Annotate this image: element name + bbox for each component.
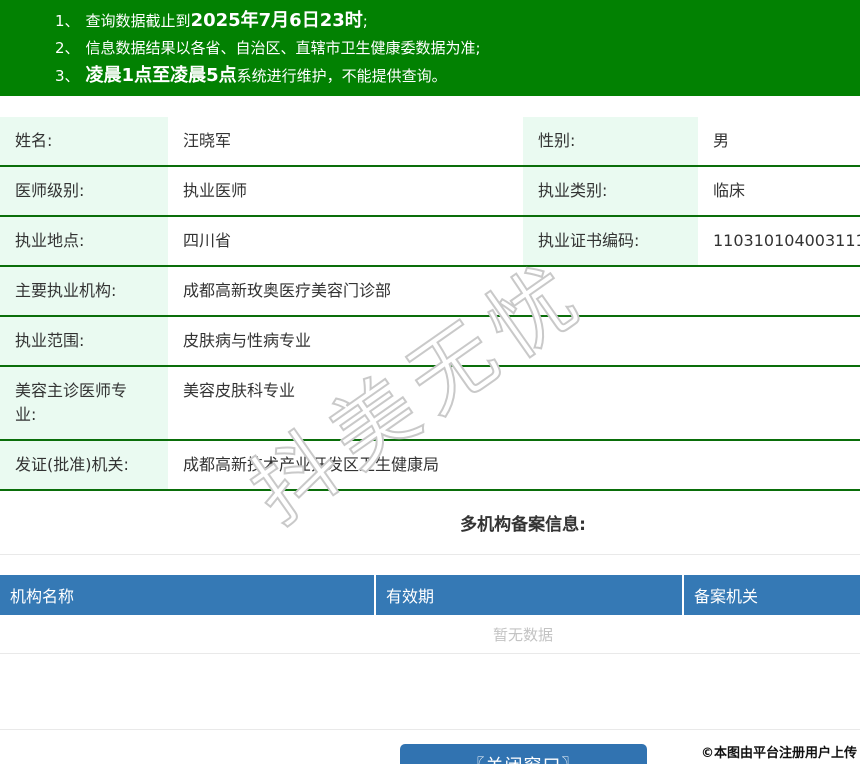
info-label-category: 执业类别: bbox=[523, 167, 698, 215]
info-value-name: 汪晓军 bbox=[168, 117, 523, 165]
info-value-category: 临床 bbox=[698, 167, 860, 215]
info-value-level: 执业医师 bbox=[168, 167, 523, 215]
result-content: 姓名: 汪晓军 性别: 男 医师级别: 执业医师 执业类别: 临床 执业地点: … bbox=[0, 117, 860, 764]
notice-text: 系统进行维护，不能提供查询。 bbox=[237, 67, 447, 85]
row-location-certificate: 执业地点: 四川省 执业证书编码: 110310104003111 bbox=[0, 217, 860, 267]
info-label-main-institution: 主要执业机构: bbox=[0, 267, 168, 315]
column-header-institution-name: 机构名称 bbox=[0, 575, 376, 615]
notice-text: 信息数据结果以各省、自治区、直辖市卫生健康委数据为准; bbox=[86, 39, 481, 57]
column-header-filing-authority: 备案机关 bbox=[684, 575, 860, 615]
filing-table-empty-state: 暂无数据 bbox=[0, 615, 860, 653]
info-value-main-institution: 成都高新玫奥医疗美容门诊部 bbox=[168, 267, 860, 315]
notice-text: ; bbox=[363, 12, 368, 30]
column-header-validity-period: 有效期 bbox=[376, 575, 684, 615]
notice-bold-text: 2025年7月6日23时 bbox=[191, 10, 363, 31]
info-value-cosmetic-specialty: 美容皮肤科专业 bbox=[168, 367, 860, 439]
notice-banner: 1、查询数据截止到2025年7月6日23时; 2、信息数据结果以各省、自治区、直… bbox=[0, 0, 860, 96]
info-label-gender: 性别: bbox=[523, 117, 698, 165]
row-level-category: 医师级别: 执业医师 执业类别: 临床 bbox=[0, 167, 860, 217]
info-label-issuing-authority: 发证(批准)机关: bbox=[0, 441, 168, 489]
info-value-location: 四川省 bbox=[168, 217, 523, 265]
multi-institution-section-title: 多机构备案信息: bbox=[0, 491, 860, 554]
row-name-gender: 姓名: 汪晓军 性别: 男 bbox=[0, 117, 860, 167]
notice-item-3: 3、凌晨1点至凌晨5点系统进行维护，不能提供查询。 bbox=[55, 62, 860, 90]
info-value-gender: 男 bbox=[698, 117, 860, 165]
notice-item-2: 2、信息数据结果以各省、自治区、直辖市卫生健康委数据为准; bbox=[55, 35, 860, 62]
notice-item-1: 1、查询数据截止到2025年7月6日23时; bbox=[55, 7, 860, 35]
notice-text: 查询数据截止到 bbox=[86, 12, 191, 30]
row-issuing-authority: 发证(批准)机关: 成都高新技术产业开发区卫生健康局 bbox=[0, 441, 860, 491]
info-label-certificate-code: 执业证书编码: bbox=[523, 217, 698, 265]
info-value-practice-scope: 皮肤病与性病专业 bbox=[168, 317, 860, 365]
info-label-level: 医师级别: bbox=[0, 167, 168, 215]
row-cosmetic-specialty: 美容主诊医师专业: 美容皮肤科专业 bbox=[0, 367, 860, 441]
divider bbox=[0, 729, 860, 730]
row-main-institution: 主要执业机构: 成都高新玫奥医疗美容门诊部 bbox=[0, 267, 860, 317]
info-label-name: 姓名: bbox=[0, 117, 168, 165]
info-label-practice-scope: 执业范围: bbox=[0, 317, 168, 365]
row-practice-scope: 执业范围: 皮肤病与性病专业 bbox=[0, 317, 860, 367]
info-value-issuing-authority: 成都高新技术产业开发区卫生健康局 bbox=[168, 441, 860, 489]
upload-note-watermark: ©本图由平台注册用户上传 bbox=[701, 742, 857, 761]
practitioner-info-table: 姓名: 汪晓军 性别: 男 医师级别: 执业医师 执业类别: 临床 执业地点: … bbox=[0, 117, 860, 491]
info-label-cosmetic-specialty: 美容主诊医师专业: bbox=[0, 367, 168, 439]
notice-number: 2、 bbox=[55, 39, 80, 57]
info-label-location: 执业地点: bbox=[0, 217, 168, 265]
practitioner-query-result-page: 1、查询数据截止到2025年7月6日23时; 2、信息数据结果以各省、自治区、直… bbox=[0, 0, 860, 764]
notice-bold-text: 凌晨1点至凌晨5点 bbox=[86, 65, 237, 86]
notice-number: 3、 bbox=[55, 67, 80, 85]
info-value-certificate-code: 110310104003111 bbox=[698, 217, 860, 265]
filing-table-header: 机构名称 有效期 备案机关 bbox=[0, 575, 860, 615]
close-window-button[interactable]: 〖关闭窗口〗 bbox=[400, 744, 647, 764]
notice-number: 1、 bbox=[55, 12, 80, 30]
